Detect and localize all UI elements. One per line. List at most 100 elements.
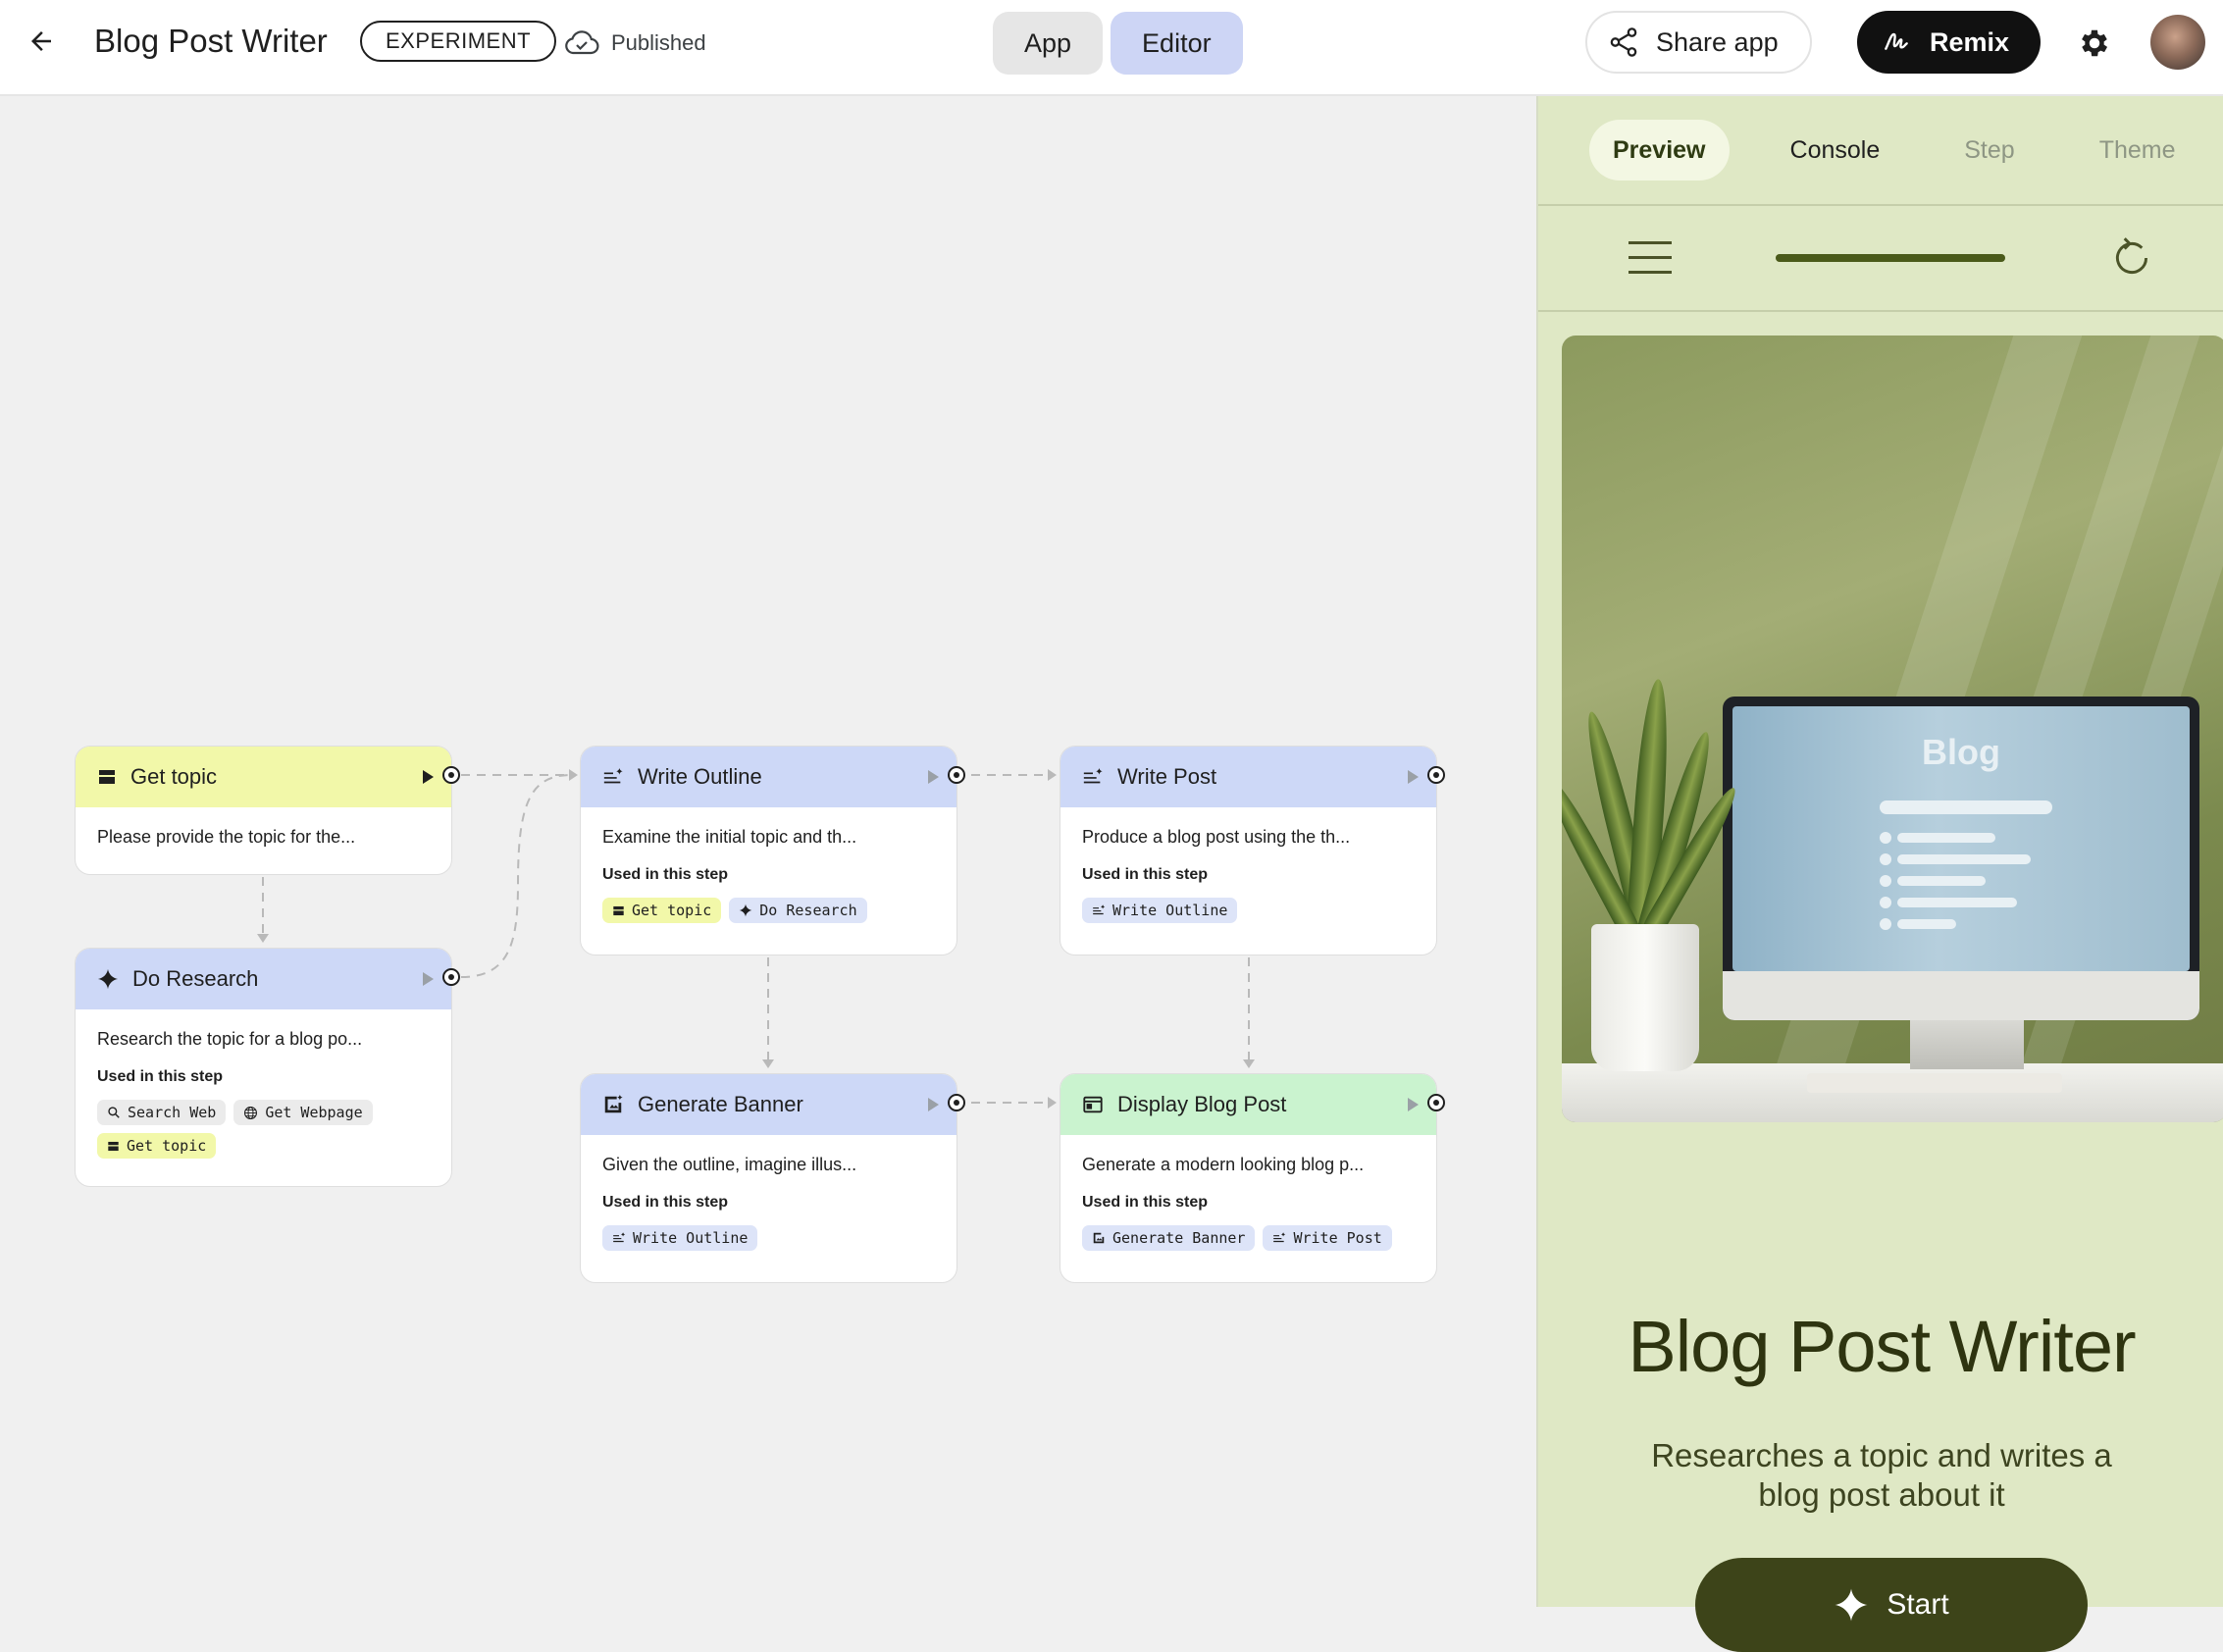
chip-label: Get topic <box>632 902 712 919</box>
chip-get-topic[interactable]: Get topic <box>602 898 722 923</box>
node-header[interactable]: Write Outline <box>581 747 956 807</box>
node-title: Write Outline <box>638 764 762 789</box>
search-icon <box>108 1107 120 1118</box>
node-title: Generate Banner <box>638 1092 803 1116</box>
node-write-outline[interactable]: Write Outline Examine the initial topic … <box>580 746 965 955</box>
user-avatar[interactable] <box>2150 15 2205 70</box>
refresh-icon[interactable] <box>2107 233 2156 283</box>
run-step-icon[interactable] <box>1408 1098 1419 1111</box>
published-label: Published <box>611 30 706 55</box>
share-app-button[interactable]: Share app <box>1585 11 1812 74</box>
node-write-post[interactable]: Write Post Produce a blog post using the… <box>1060 746 1445 955</box>
chip-search-web[interactable]: Search Web <box>97 1100 227 1125</box>
screen-blog-title: Blog <box>1922 732 2000 772</box>
share-app-label: Share app <box>1656 26 1779 57</box>
node-header[interactable]: Generate Banner <box>581 1074 956 1135</box>
app-preview-title: Blog Post Writer <box>1628 1306 2136 1387</box>
globe-icon <box>244 1106 258 1119</box>
chip-do-research[interactable]: Do Research <box>729 898 867 923</box>
used-in-step-label: Used in this step <box>97 1068 224 1085</box>
input-form-icon <box>99 770 115 784</box>
mode-editor-button[interactable]: Editor <box>1111 12 1243 75</box>
node-description: Please provide the topic for the... <box>97 827 356 847</box>
chip-write-outline[interactable]: Write Outline <box>1082 898 1238 923</box>
output-port[interactable] <box>1427 766 1445 784</box>
input-form-icon <box>108 1141 119 1151</box>
progress-bar <box>1776 254 2005 262</box>
top-bar: Blog Post Writer EXPERIMENT Published Ap… <box>0 0 2223 96</box>
tab-theme[interactable]: Theme <box>2076 120 2199 181</box>
node-header[interactable]: Write Post <box>1060 747 1436 807</box>
node-description: Examine the initial topic and th... <box>602 827 857 847</box>
node-description: Generate a modern looking blog p... <box>1082 1155 1365 1174</box>
tab-console[interactable]: Console <box>1767 120 1904 181</box>
used-in-step-label: Used in this step <box>1082 866 1209 883</box>
input-form-icon <box>613 905 624 915</box>
chip-label: Generate Banner <box>1112 1229 1246 1247</box>
node-header[interactable]: Display Blog Post <box>1060 1074 1436 1135</box>
keyboard <box>1807 1073 2062 1093</box>
node-header[interactable]: Get topic <box>76 747 451 807</box>
node-do-research[interactable]: Do Research Research the topic for a blo… <box>75 948 460 1187</box>
start-button[interactable]: Start <box>1695 1558 2088 1652</box>
chip-list: Write Outline <box>1060 884 1436 923</box>
chip-write-post[interactable]: Write Post <box>1263 1225 1392 1251</box>
app-title: Blog Post Writer <box>94 23 328 59</box>
settings-button[interactable] <box>2073 22 2116 65</box>
chip-generate-banner[interactable]: Generate Banner <box>1082 1225 1256 1251</box>
plant-pot <box>1591 924 1699 1071</box>
tab-preview[interactable]: Preview <box>1589 120 1730 181</box>
node-get-topic[interactable]: Get topic Please provide the topic for t… <box>75 746 460 875</box>
chip-write-outline[interactable]: Write Outline <box>602 1225 758 1251</box>
run-step-icon[interactable] <box>1408 770 1419 784</box>
run-step-icon[interactable] <box>928 1098 939 1111</box>
share-icon <box>1610 27 1637 57</box>
tab-step[interactable]: Step <box>1940 120 2038 181</box>
node-title: Display Blog Post <box>1117 1092 1287 1116</box>
gear-icon <box>2082 29 2108 57</box>
preview-toolbar <box>1538 206 2223 312</box>
node-description: Produce a blog post using the th... <box>1082 827 1351 847</box>
image-generate-icon <box>604 1094 623 1113</box>
output-port[interactable] <box>948 1094 965 1111</box>
run-step-icon[interactable] <box>423 972 434 986</box>
chip-list: Get topic Do Research <box>581 884 956 923</box>
published-status[interactable]: Published <box>564 24 706 63</box>
output-port[interactable] <box>442 766 460 784</box>
used-in-step-label: Used in this step <box>602 866 729 883</box>
output-port[interactable] <box>948 766 965 784</box>
node-display-blog-post[interactable]: Display Blog Post Generate a modern look… <box>1060 1073 1445 1283</box>
start-label: Start <box>1887 1588 1949 1621</box>
node-generate-banner[interactable]: Generate Banner Given the outline, imagi… <box>580 1073 965 1283</box>
node-header[interactable]: Do Research <box>76 949 451 1009</box>
sparkle-icon <box>1835 1588 1868 1622</box>
experiment-badge: EXPERIMENT <box>360 21 557 62</box>
chip-label: Search Web <box>128 1104 217 1121</box>
chip-get-topic[interactable]: Get topic <box>97 1133 217 1159</box>
chip-label: Get topic <box>127 1137 207 1155</box>
desk-surface <box>1562 1063 2223 1122</box>
used-in-step-label: Used in this step <box>602 1194 729 1211</box>
mode-toggle: App Editor <box>993 11 1243 76</box>
web-display-icon <box>1083 1096 1103 1113</box>
cloud-check-icon <box>565 30 599 55</box>
run-step-icon[interactable] <box>423 770 434 784</box>
output-port[interactable] <box>1427 1094 1445 1111</box>
chip-list: Write Outline <box>581 1212 956 1251</box>
chip-list: Generate Banner Write Post <box>1060 1212 1436 1251</box>
back-button[interactable] <box>22 22 61 61</box>
node-title: Write Post <box>1117 764 1217 789</box>
mode-app-button[interactable]: App <box>993 12 1104 75</box>
remix-button[interactable]: Remix <box>1857 11 2042 74</box>
hamburger-icon[interactable] <box>1628 241 1672 275</box>
chip-label: Write Outline <box>1112 902 1228 919</box>
node-description: Given the outline, imagine illus... <box>602 1155 857 1174</box>
chip-get-webpage[interactable]: Get Webpage <box>233 1100 373 1125</box>
monitor-stand <box>1910 1020 2024 1069</box>
progress-fill <box>1776 254 2005 262</box>
output-port[interactable] <box>442 968 460 986</box>
panel-tabs: Preview Console Step Theme <box>1538 96 2223 206</box>
run-step-icon[interactable] <box>928 770 939 784</box>
sparkle-icon <box>97 968 119 990</box>
node-title: Do Research <box>132 966 259 991</box>
